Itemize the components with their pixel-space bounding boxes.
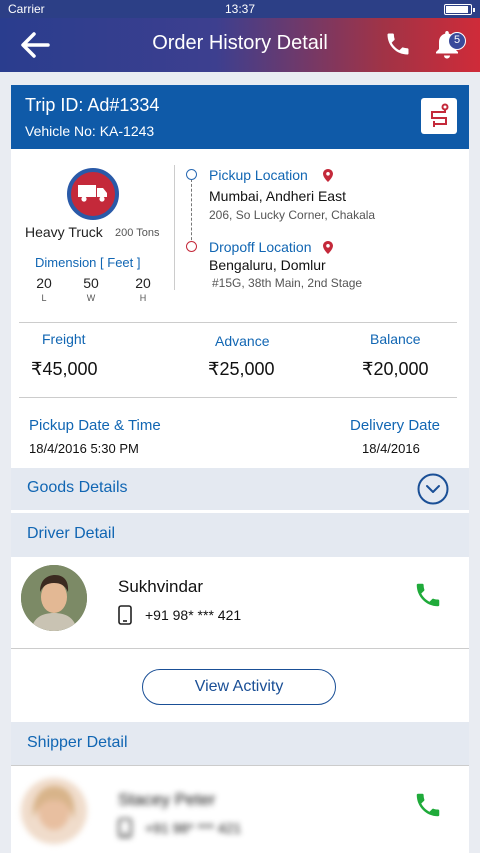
shipper-avatar[interactable] xyxy=(21,778,87,844)
divider xyxy=(11,648,469,649)
dimension-length-key: L xyxy=(41,293,47,303)
driver-phone: +91 98* *** 421 xyxy=(145,607,242,623)
pickup-address: 206, So Lucky Corner, Chakala xyxy=(209,208,376,222)
clock: 13:37 xyxy=(224,2,256,16)
dimension-height-key: H xyxy=(139,293,147,303)
dropoff-label: Dropoff Location xyxy=(209,239,312,255)
dropoff-city: Bengaluru, Domlur xyxy=(209,257,326,273)
trip-id: Trip ID: Ad#1334 xyxy=(25,95,160,115)
advance-label: Advance xyxy=(215,333,270,349)
truck-type: Heavy Truck xyxy=(25,224,103,240)
freight-label: Freight xyxy=(42,331,86,347)
dimension-label: Dimension [ Feet ] xyxy=(35,255,141,270)
chevron-down-icon[interactable] xyxy=(417,473,449,505)
divider xyxy=(19,322,457,323)
delivery-date: 18/4/2016 xyxy=(362,441,420,456)
divider xyxy=(19,397,457,398)
app-bar: Order History Detail 5 xyxy=(0,18,480,72)
dropoff-marker-icon xyxy=(186,241,197,252)
dropoff-pin-icon[interactable] xyxy=(323,241,333,254)
goods-details-row[interactable]: Goods Details xyxy=(11,468,469,510)
freight-amount: ₹45,000 xyxy=(31,359,98,379)
dimension-width: 50 xyxy=(83,275,99,291)
shipper-card: Stacey Peter +91 98* *** 421 xyxy=(11,766,469,853)
route-map-button[interactable] xyxy=(421,98,457,134)
dimension-length: 20 xyxy=(36,275,52,291)
driver-name: Sukhvindar xyxy=(118,577,204,596)
trip-header: Trip ID: Ad#1334 Vehicle No: KA-1243 xyxy=(11,85,469,149)
driver-avatar[interactable] xyxy=(21,565,87,631)
call-shipper-icon[interactable] xyxy=(413,790,443,820)
truck-capacity: 200 Tons xyxy=(115,227,160,239)
divider xyxy=(174,165,175,290)
driver-section-title: Driver Detail xyxy=(27,525,116,542)
notification-badge: 5 xyxy=(448,32,466,50)
driver-section-header: Driver Detail xyxy=(11,513,469,557)
route-icon xyxy=(431,103,449,127)
dimension-width-key: W xyxy=(86,293,96,303)
view-activity-button[interactable]: View Activity xyxy=(142,669,336,705)
truck-icon xyxy=(67,168,119,220)
status-bar: Carrier 13:37 xyxy=(0,0,480,18)
pickup-city: Mumbai, Andheri East xyxy=(209,188,346,204)
dropoff-address: #15G, 38th Main, 2nd Stage xyxy=(212,276,363,290)
order-detail-card: Trip ID: Ad#1334 Vehicle No: KA-1243 Hea… xyxy=(11,85,469,853)
delivery-date-label: Delivery Date xyxy=(350,417,441,434)
shipper-name: Stacey Peter xyxy=(118,790,216,809)
dimension-height: 20 xyxy=(135,275,151,291)
balance-label: Balance xyxy=(370,331,421,347)
balance-amount: ₹20,000 xyxy=(362,359,429,379)
shipper-phone: +91 98* *** 421 xyxy=(145,820,242,836)
phone-icon[interactable] xyxy=(384,30,412,58)
pickup-marker-icon xyxy=(186,169,197,180)
pickup-date: 18/4/2016 5:30 PM xyxy=(29,441,139,456)
mobile-phone-icon xyxy=(118,605,132,625)
pickup-pin-icon[interactable] xyxy=(323,169,333,182)
battery-icon xyxy=(444,4,475,15)
vehicle-number: Vehicle No: KA-1243 xyxy=(25,123,155,139)
mobile-phone-icon xyxy=(118,818,132,838)
driver-card: Sukhvindar +91 98* *** 421 xyxy=(11,557,469,649)
route-connector xyxy=(191,179,192,245)
call-driver-icon[interactable] xyxy=(413,580,443,610)
pickup-label: Pickup Location xyxy=(209,167,308,183)
goods-details-label: Goods Details xyxy=(27,479,128,496)
pickup-date-label: Pickup Date & Time xyxy=(29,417,161,434)
shipper-section-header: Shipper Detail xyxy=(11,722,469,766)
shipper-section-title: Shipper Detail xyxy=(27,734,128,751)
advance-amount: ₹25,000 xyxy=(208,359,275,379)
